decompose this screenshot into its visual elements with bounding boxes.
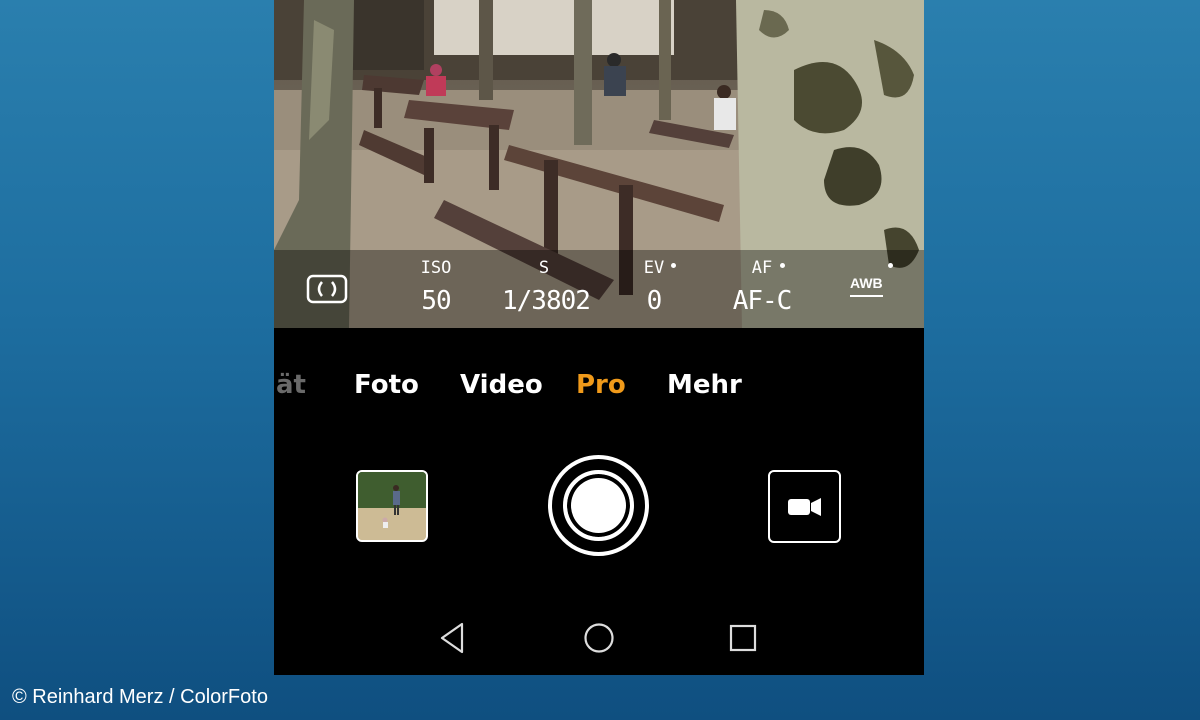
mode-video[interactable]: Video [460, 370, 543, 400]
ev-label: EV [643, 258, 665, 278]
autofocus-control[interactable]: AF AF-C [720, 258, 804, 316]
camera-mode-selector: ät Foto Video Pro Mehr [274, 370, 924, 410]
phone-screen: ISO 50 S 1/3802 EV 0 AF AF-C AWB ät Foto… [274, 0, 924, 675]
camera-viewfinder[interactable]: ISO 50 S 1/3802 EV 0 AF AF-C AWB [274, 0, 924, 328]
ev-indicator-dot [671, 263, 676, 268]
photo-credit: © Reinhard Merz / ColorFoto [12, 686, 268, 708]
af-label: AF [751, 258, 773, 278]
metering-mode-icon[interactable] [306, 274, 348, 304]
shutter-speed-control[interactable]: S 1/3802 [502, 258, 591, 316]
af-indicator-dot [780, 263, 785, 268]
mode-pro[interactable]: Pro [576, 370, 626, 400]
gallery-thumbnail[interactable] [356, 470, 428, 542]
wb-indicator-dot [888, 263, 893, 268]
mode-partial[interactable]: ät [276, 370, 306, 400]
mode-mehr[interactable]: Mehr [667, 370, 742, 400]
iso-value: 50 [421, 286, 451, 316]
shutter-button[interactable] [548, 455, 649, 556]
shutter-core [575, 482, 622, 529]
white-balance-control[interactable]: AWB [850, 275, 883, 297]
android-navigation-bar [274, 610, 924, 665]
gallery-thumbnail-image [358, 472, 426, 540]
shutter-speed-label: S [538, 258, 550, 278]
exposure-compensation-control[interactable]: EV 0 [636, 258, 672, 316]
iso-label: ISO [420, 258, 452, 278]
mode-foto[interactable]: Foto [354, 370, 419, 400]
recents-square-icon[interactable] [725, 620, 761, 656]
shutter-inner-ring [563, 470, 634, 541]
video-camera-icon [788, 498, 821, 516]
pro-parameter-bar [274, 250, 924, 328]
back-triangle-icon[interactable] [436, 620, 472, 656]
shutter-speed-value: 1/3802 [502, 286, 591, 316]
home-circle-icon[interactable] [581, 620, 617, 656]
iso-control[interactable]: ISO 50 [412, 258, 460, 316]
ev-value: 0 [646, 286, 663, 316]
af-value: AF-C [732, 286, 793, 316]
record-video-button[interactable] [768, 470, 841, 543]
